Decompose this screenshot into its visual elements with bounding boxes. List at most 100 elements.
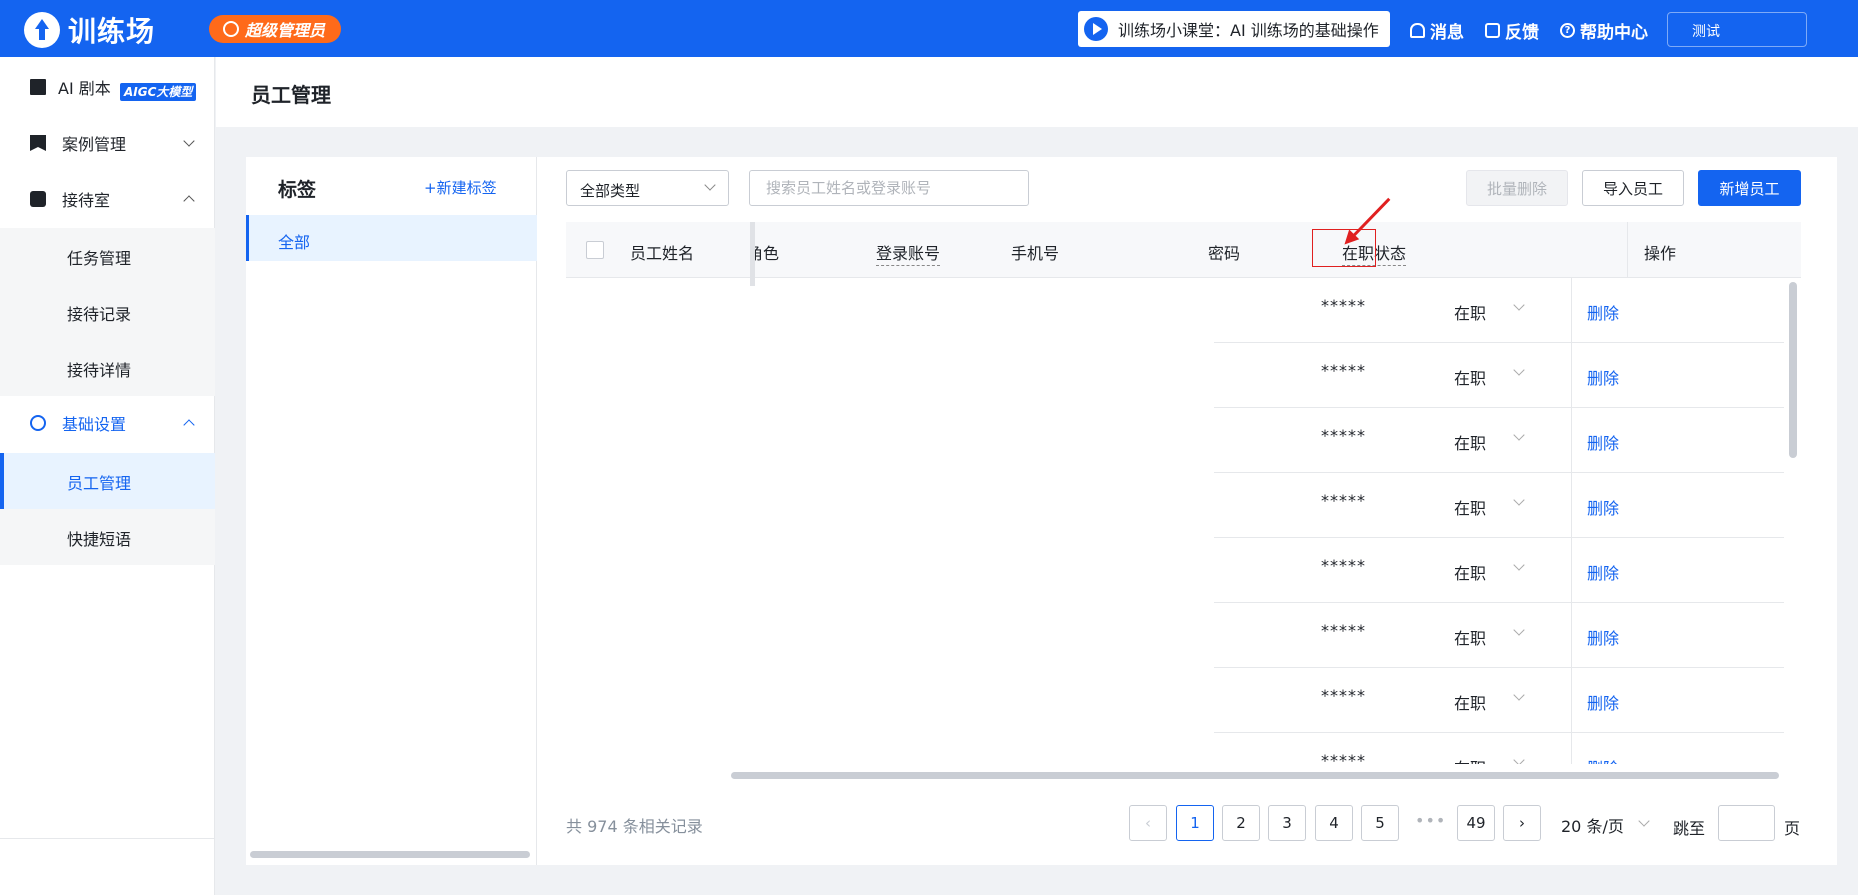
delete-link[interactable]: 删除 — [1587, 560, 1619, 584]
nav-messages[interactable]: 消息 — [1410, 18, 1464, 43]
delete-link[interactable]: 删除 — [1587, 365, 1619, 389]
column-divider — [1571, 408, 1572, 473]
sidebar-item-case-management[interactable]: 案例管理 — [0, 119, 215, 167]
chevron-down-icon — [1513, 429, 1525, 441]
sidebar-item-label: 接待记录 — [67, 305, 132, 324]
page-button-2[interactable]: 2 — [1222, 805, 1260, 841]
table-row: ***** 在职 删除 — [1214, 343, 1784, 408]
table-row: ***** 在职 删除 — [1214, 733, 1784, 764]
delete-link[interactable]: 删除 — [1587, 625, 1619, 649]
table-body: ***** 在职 删除 ***** 在职 删除 ***** 在职 删除 ****… — [537, 278, 1837, 764]
column-divider — [1571, 668, 1572, 733]
status-select[interactable]: 在职 — [1454, 560, 1486, 584]
status-select[interactable]: 在职 — [1454, 625, 1486, 649]
table-horizontal-scrollbar[interactable] — [731, 772, 1779, 779]
status-select[interactable]: 在职 — [1454, 495, 1486, 519]
sidebar-item-reception-records[interactable]: 接待记录 — [0, 284, 215, 340]
column-divider — [1571, 603, 1572, 668]
sidebar-item-quick-phrases[interactable]: 快捷短语 — [0, 509, 215, 565]
status-select[interactable]: 在职 — [1454, 300, 1486, 324]
table-row: ***** 在职 删除 — [1214, 473, 1784, 538]
column-divider — [1571, 733, 1572, 764]
user-menu[interactable]: 测试 — [1667, 12, 1807, 47]
delete-link[interactable]: 删除 — [1587, 495, 1619, 519]
page-ellipsis[interactable]: ••• — [1415, 811, 1446, 830]
next-page-button[interactable]: › — [1503, 805, 1541, 841]
page-button-3[interactable]: 3 — [1268, 805, 1306, 841]
course-text: 训练场小课堂：AI 训练场的基础操作 — [1118, 21, 1379, 40]
chevron-up-icon — [183, 195, 195, 207]
sidebar-footer-divider — [0, 838, 215, 839]
chevron-down-icon — [704, 179, 716, 191]
page-button-1[interactable]: 1 — [1176, 805, 1214, 841]
table-row: ***** 在职 删除 — [1214, 538, 1784, 603]
delete-link[interactable]: 删除 — [1587, 300, 1619, 324]
delete-link[interactable]: 删除 — [1587, 755, 1619, 764]
chevron-down-icon — [1513, 299, 1525, 311]
column-header-actions: 操作 — [1644, 244, 1677, 263]
select-all-checkbox[interactable] — [586, 241, 604, 259]
sidebar-item-label: 员工管理 — [67, 474, 132, 493]
password-cell: ***** — [1321, 296, 1366, 315]
password-cell: ***** — [1321, 426, 1366, 445]
status-select[interactable]: 在职 — [1454, 690, 1486, 714]
column-divider — [1571, 343, 1572, 408]
import-employees-button[interactable]: 导入员工 — [1582, 170, 1684, 206]
chevron-down-icon — [1513, 494, 1525, 506]
chevron-down-icon — [183, 135, 195, 147]
chevron-up-icon — [183, 419, 195, 431]
sidebar-item-label: 快捷短语 — [67, 530, 132, 549]
logo-arrow-icon — [24, 12, 60, 48]
column-divider — [1571, 473, 1572, 538]
sidebar-item-reception-details[interactable]: 接待详情 — [0, 340, 215, 396]
sidebar: AI 剧本 AIGC大模型 案例管理 接待室 任务管理 接待记录 接待详情 基础… — [0, 57, 215, 895]
add-employee-button[interactable]: 新增员工 — [1698, 170, 1801, 206]
page-size-select[interactable]: 20 条/页 — [1561, 813, 1624, 837]
employee-table-panel: 全部类型 批量删除 导入员工 新增员工 员工姓名 角色 登录账号 手机号 密码 … — [537, 157, 1837, 865]
table-row: ***** 在职 删除 — [1214, 408, 1784, 473]
page-button-last[interactable]: 49 — [1457, 805, 1495, 841]
sidebar-item-task-management[interactable]: 任务管理 — [0, 228, 215, 284]
sidebar-item-reception[interactable]: 接待室 — [0, 175, 215, 223]
column-header-role: 角色 — [755, 244, 780, 263]
page-button-4[interactable]: 4 — [1315, 805, 1353, 841]
jump-unit: 页 — [1784, 819, 1801, 838]
status-select[interactable]: 在职 — [1454, 365, 1486, 389]
prev-page-button[interactable]: ‹ — [1129, 805, 1167, 841]
batch-delete-button[interactable]: 批量删除 — [1466, 170, 1568, 206]
sidebar-item-label: 基础设置 — [62, 415, 127, 434]
top-bar: 训练场 超级管理员 训练场小课堂：AI 训练场的基础操作 消息 反馈 ? 帮助中… — [0, 0, 1858, 57]
bell-icon — [1410, 23, 1425, 38]
sidebar-item-basic-settings[interactable]: 基础设置 — [0, 399, 215, 447]
sidebar-item-label: 案例管理 — [62, 135, 127, 154]
feedback-icon — [1485, 23, 1500, 38]
delete-link[interactable]: 删除 — [1587, 430, 1619, 454]
course-banner[interactable]: 训练场小课堂：AI 训练场的基础操作 — [1078, 11, 1390, 47]
sidebar-item-ai-script[interactable]: AI 剧本 AIGC大模型 — [0, 63, 215, 111]
password-cell: ***** — [1321, 361, 1366, 380]
role-badge-label: 超级管理员 — [245, 21, 326, 40]
sidebar-item-employee-management[interactable]: 员工管理 — [0, 453, 215, 509]
nav-help[interactable]: ? 帮助中心 — [1560, 18, 1648, 43]
page-header: 员工管理 — [216, 57, 1858, 127]
status-select[interactable]: 在职 — [1454, 755, 1486, 764]
password-cell: ***** — [1321, 751, 1366, 764]
delete-link[interactable]: 删除 — [1587, 690, 1619, 714]
nav-feedback[interactable]: 反馈 — [1485, 18, 1539, 43]
password-cell: ***** — [1321, 491, 1366, 510]
page-button-5[interactable]: 5 — [1361, 805, 1399, 841]
tag-item-all[interactable]: 全部 — [246, 215, 537, 261]
column-header-account[interactable]: 登录账号 — [876, 240, 941, 266]
nav-help-label: 帮助中心 — [1580, 23, 1648, 43]
search-input[interactable] — [749, 170, 1029, 206]
type-select[interactable]: 全部类型 — [566, 170, 729, 206]
sidebar-item-label: 接待详情 — [67, 361, 132, 380]
new-tag-button[interactable]: +新建标签 — [424, 177, 497, 198]
table-vertical-scrollbar[interactable] — [1789, 282, 1797, 458]
logo[interactable]: 训练场 — [24, 10, 155, 50]
tag-panel-scrollbar[interactable] — [250, 851, 530, 858]
password-cell: ***** — [1321, 556, 1366, 575]
jump-page-input[interactable] — [1718, 805, 1775, 841]
status-select[interactable]: 在职 — [1454, 430, 1486, 454]
column-header-password: 密码 — [1208, 244, 1241, 263]
